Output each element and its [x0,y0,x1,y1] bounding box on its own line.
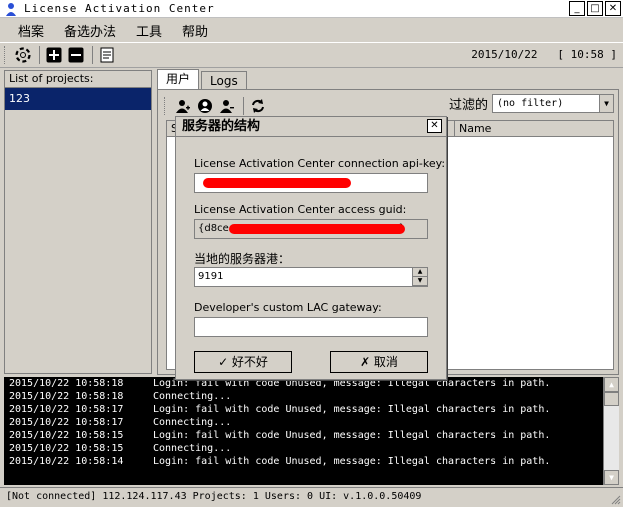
menu-tools[interactable]: 工具 [134,21,164,40]
server-settings-dialog: 服务器的结构 ✕ License Activation Center conne… [175,116,447,380]
toolbar-grip[interactable] [4,46,7,64]
filter-label: 过滤的 [448,98,488,113]
log-row: 2015/10/22 10:58:14 Login: fail with code… [9,456,551,467]
dialog-title-bar: 服务器的结构 ✕ [176,117,446,137]
tab-strip: 用户 Logs [157,69,249,90]
port-label: 当地的服务器港： [194,252,291,266]
redaction-mark [203,178,351,188]
app-icon [6,2,16,16]
log-scrollbar[interactable]: ▲ ▼ [603,377,619,485]
log-row: 2015/10/22 10:58:17 Login: fail with code… [9,404,551,415]
resize-grip-icon[interactable] [611,495,621,505]
maximize-button[interactable]: □ [587,1,603,16]
user-icon[interactable] [195,96,215,116]
projects-header: List of projects: [4,70,152,88]
port-spinner[interactable]: ▲ ▼ [412,268,427,286]
projects-panel: List of projects: 123 [4,70,152,374]
minimize-button[interactable]: _ [569,1,585,16]
tab-logs[interactable]: Logs [201,71,247,89]
menu-help[interactable]: 帮助 [180,21,210,40]
scroll-down-button[interactable]: ▼ [604,470,619,485]
guid-label: License Activation Center access guid: [194,203,407,216]
spin-up-icon[interactable]: ▲ [413,268,427,277]
projects-list: 123 [4,88,152,374]
clock-display: 2015/10/22 [ 10:58 ] [471,48,617,61]
cancel-button[interactable]: ✗ 取消 [330,351,428,373]
api-key-label: License Activation Center connection api… [194,157,446,170]
dialog-title: 服务器的结构 [182,119,261,134]
filter-dropdown[interactable]: (no filter) ▼ [492,94,614,113]
log-row: 2015/10/22 10:58:18 Connecting... [9,391,232,402]
port-input[interactable]: 9191 ▲ ▼ [194,267,428,287]
minus-icon[interactable] [66,45,86,65]
redaction-mark [229,224,405,234]
lifebuoy-icon[interactable] [13,45,33,65]
ok-button[interactable]: ✓ 好不好 [194,351,292,373]
report-icon[interactable] [97,45,117,65]
gateway-label: Developer's custom LAC gateway: [194,301,382,314]
toolbar-grip[interactable] [164,97,167,115]
project-item[interactable]: 123 [5,88,151,110]
log-row: 2015/10/22 10:58:15 Connecting... [9,443,232,454]
close-window-button[interactable]: ✕ [605,1,621,16]
guid-field[interactable]: {d8ce 2026} [194,219,428,239]
refresh-icon[interactable] [248,96,268,116]
current-date: 2015/10/22 [471,48,538,61]
status-text: [Not connected] 112.124.117.43 Projects:… [6,491,422,502]
scroll-thumb[interactable] [604,392,619,406]
plus-icon[interactable] [44,45,64,65]
current-time: [ 10:58 ] [557,48,617,61]
menu-options[interactable]: 备选办法 [62,21,118,40]
log-console: 2015/10/22 10:58:18 Login: fail with code… [4,377,619,485]
api-key-field[interactable] [194,173,428,193]
tab-users[interactable]: 用户 [157,69,200,90]
toolbar-separator [243,97,244,115]
menu-bar: 档案 备选办法 工具 帮助 [0,19,623,41]
remove-user-icon[interactable] [217,96,237,116]
log-row: 2015/10/22 10:58:15 Login: fail with code… [9,430,551,441]
main-toolbar: 2015/10/22 [ 10:58 ] [0,42,623,68]
filter-value: (no filter) [497,98,564,109]
dialog-close-button[interactable]: ✕ [427,119,442,133]
status-bar: [Not connected] 112.124.117.43 Projects:… [0,487,623,507]
add-user-icon[interactable] [173,96,193,116]
scroll-up-button[interactable]: ▲ [604,377,619,392]
spin-down-icon[interactable]: ▼ [413,277,427,286]
chevron-down-icon[interactable]: ▼ [599,95,613,112]
gateway-field[interactable] [194,317,428,337]
title-bar: License Activation Center _ □ ✕ [0,0,623,18]
toolbar-separator [39,46,40,64]
menu-file[interactable]: 档案 [16,21,46,40]
toolbar-separator [92,46,93,64]
column-name[interactable]: Name [455,121,613,136]
window-title: License Activation Center [24,2,215,15]
log-row: 2015/10/22 10:58:17 Connecting... [9,417,232,428]
